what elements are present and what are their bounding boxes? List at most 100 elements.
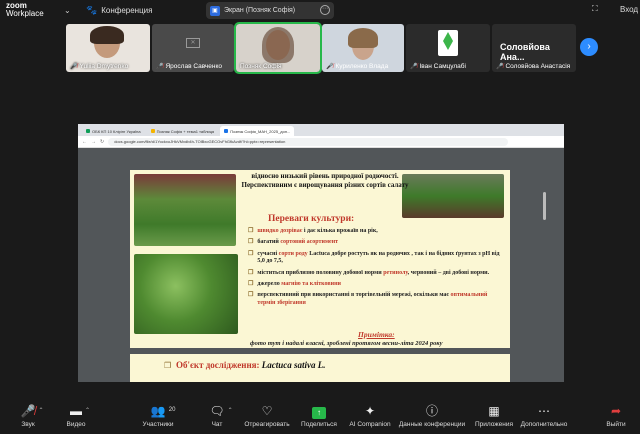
gallery-next-button[interactable]: › <box>580 38 598 56</box>
shared-screen: ОБК КП 10 Клірінг Україна Позняк Софія +… <box>78 124 564 382</box>
zoom-logo: zoom Workplace <box>6 2 44 18</box>
participant-hair <box>348 28 378 48</box>
plumbob-icon <box>443 32 453 50</box>
mic-muted-icon: 🎤̸ ⌃ <box>20 404 44 418</box>
next-slide: ❒ Об'єкт дослідження: Lactuca sativa L. <box>130 354 510 382</box>
mic-muted-icon: 🎤̸ <box>326 64 334 70</box>
share-title: Экран (Позняк Софія) <box>224 7 296 14</box>
reload-icon[interactable]: ↻ <box>100 139 104 145</box>
meeting-label: Конференция <box>101 6 153 15</box>
bullet-icon: ❒ <box>164 361 172 370</box>
participants-button[interactable]: 👥 20 Участники <box>126 404 190 428</box>
meeting-info-button[interactable]: 🐾 Конференция <box>86 5 152 16</box>
participant-tile[interactable]: ✕ 🎤̸ Ярослав Савченко <box>152 24 234 72</box>
zoom-window: zoom Workplace ⌄ 🐾 Конференция ▣ Экран (… <box>0 0 640 434</box>
tab-favicon-icon <box>86 129 90 133</box>
browser-tab-active[interactable]: Позняк Софія_МАН_2025_доп... <box>220 126 295 136</box>
tab-favicon-icon <box>150 129 155 133</box>
participant-name: Yuliia Dmytrenko <box>79 63 129 70</box>
participant-display-name: Соловйова Ана... <box>500 42 550 62</box>
participant-name-tag: 🎤̸ Іван Самцулабі <box>410 63 466 70</box>
fullscreen-icon[interactable]: ⛶ <box>592 4 598 14</box>
participant-name: Іван Самцулабі <box>419 63 466 70</box>
participant-name-tag: 🎤̸ Куриленко Влада <box>326 63 388 70</box>
advantage-item: ❒ багатий сортовий асортимент <box>248 239 339 246</box>
video-off-icon: ✕ <box>186 38 200 48</box>
leave-icon: ➦ <box>610 404 622 418</box>
participants-icon: 👥 20 <box>150 404 176 418</box>
participant-name: Куриленко Влада <box>335 63 389 70</box>
slide-heading: Переваги культури: <box>268 214 355 224</box>
more-options-icon[interactable]: ⋯ <box>320 5 330 15</box>
share-screen-icon: ↑ <box>312 404 326 419</box>
viewer-scrollbar[interactable] <box>543 192 546 220</box>
chevron-up-icon[interactable]: ⌃ <box>85 404 90 419</box>
chevron-down-icon[interactable]: ⌄ <box>64 6 71 15</box>
participant-tile-active-speaker[interactable]: Позняк Софія <box>234 22 322 74</box>
advantage-item: ❒ джерело магнію та клітковини <box>248 281 342 288</box>
note-body: фото тут і надалі власні, зроблені протя… <box>250 340 443 347</box>
tab-title: Позняк Софія + тема1 таблиця <box>156 128 215 134</box>
mic-muted-icon: 🎤̸ <box>410 64 418 70</box>
advantage-item: ❒ міститься приблизно половину добової но… <box>248 269 490 276</box>
top-bar: zoom Workplace ⌄ 🐾 Конференция ▣ Экран (… <box>0 0 640 22</box>
participant-count: 20 <box>168 407 176 413</box>
back-icon[interactable]: ← <box>82 139 87 145</box>
chat-icon: 🗨 ⌃ <box>209 404 233 418</box>
bullet-icon: ❒ <box>248 292 254 299</box>
participant-name: Позняк Софія <box>240 63 282 70</box>
participant-tile[interactable]: Соловйова Ана... 🎤̸ Соловйова Анастасія <box>492 24 576 72</box>
presentation-viewer: відносно низький рівень природної родючо… <box>78 148 564 382</box>
mic-muted-icon: 🎤̸ <box>70 64 78 70</box>
bullet-icon: ❒ <box>248 228 254 234</box>
paw-icon: 🐾 <box>86 5 98 15</box>
participant-name-tag: Позняк Софія <box>240 63 282 70</box>
meeting-info-button[interactable]: ⓘ Данные конференции <box>399 404 465 428</box>
participant-name-tag: 🎤̸ Yuliia Dmytrenko <box>70 63 128 70</box>
tab-title: Позняк Софія_МАН_2025_доп... <box>230 128 291 134</box>
tab-favicon-icon <box>224 129 229 133</box>
heart-icon: ♡ <box>261 404 273 418</box>
advantage-item: ❒ сучасні сорти роду Lactuca добре ростут… <box>248 250 500 265</box>
chevron-up-icon[interactable]: ⌃ <box>228 404 233 419</box>
advantages-list: ❒ швидко дозріває і дає кілька врожаїв на… <box>248 228 506 311</box>
avatar <box>438 30 458 56</box>
participant-hair <box>90 26 124 44</box>
participant-tile[interactable]: 🎤̸ Іван Самцулабі <box>406 24 490 72</box>
research-object-text: Об'єкт дослідження: Lactuca sativa L. <box>176 360 326 370</box>
forward-icon[interactable]: → <box>91 139 96 145</box>
bullet-icon: ❒ <box>248 250 254 257</box>
participant-tile[interactable]: 🎤̸ Куриленко Влада <box>322 24 404 72</box>
tab-title: ОБК КП 10 Клірінг Україна <box>92 128 141 134</box>
share-indicator[interactable]: ▣ Экран (Позняк Софія) ⋯ <box>206 2 334 19</box>
participant-name: Соловйова Анастасія <box>505 63 571 70</box>
screen-share-icon: ▣ <box>210 5 220 16</box>
lettuce-photo <box>134 174 236 246</box>
more-button[interactable]: ⋯ Дополнительно <box>512 404 576 428</box>
more-dots-icon: ⋯ <box>538 404 550 418</box>
video-button[interactable]: ▬ ⌃ Видео <box>44 404 108 428</box>
participant-hair <box>262 27 294 63</box>
mic-muted-icon: 🎤̸ <box>496 64 504 70</box>
leave-button[interactable]: ➦ Выйти <box>584 404 640 428</box>
bullet-icon: ❒ <box>248 281 254 288</box>
bullet-icon: ❒ <box>248 269 254 276</box>
browser-tab[interactable]: ОБК КП 10 Клірінг Україна <box>82 126 145 136</box>
sparkle-icon: ✦ <box>364 404 376 418</box>
participant-tile[interactable]: 🎤̸ Yuliia Dmytrenko <box>66 24 150 72</box>
lettuce-photo <box>134 254 238 334</box>
video-camera-icon: ▬ ⌃ <box>70 404 90 418</box>
exit-fullscreen-button[interactable]: Вход <box>620 5 638 14</box>
logo-subtext: Workplace <box>6 9 44 18</box>
chevron-up-icon[interactable]: ⌃ <box>38 404 43 419</box>
participant-name-tag: 🎤̸ Ярослав Савченко <box>156 63 222 70</box>
slide: відносно низький рівень природної родючо… <box>130 170 510 348</box>
slide-intro-text: відносно низький рівень природної родючо… <box>241 172 409 189</box>
browser-tab-strip: ОБК КП 10 Клірінг Україна Позняк Софія +… <box>78 124 564 136</box>
advantage-item: ❒ швидко дозріває і дає кілька врожаїв на… <box>248 228 378 234</box>
browser-tab[interactable]: Позняк Софія + тема1 таблиця <box>146 126 219 136</box>
address-bar[interactable]: docs.google.com/file/d/1YockxoJHkVMxdb4h… <box>108 137 509 146</box>
apps-grid-icon: ▦ <box>488 404 500 418</box>
browser-toolbar: ← → ↻ docs.google.com/file/d/1YockxoJHkV… <box>78 136 564 148</box>
ai-companion-button[interactable]: ✦ AI Companion <box>338 404 402 428</box>
